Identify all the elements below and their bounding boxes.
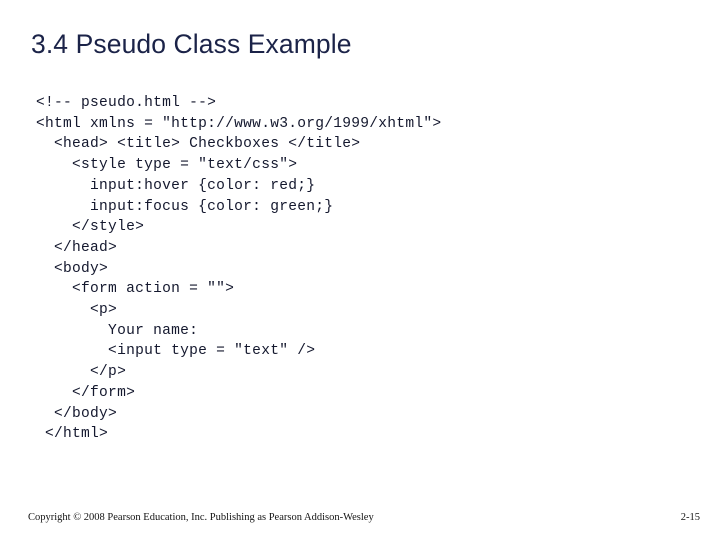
code-line: <form action = "">: [36, 281, 235, 298]
code-line: input:hover {color: red;}: [36, 177, 316, 194]
code-line: input:focus {color: green;}: [36, 198, 334, 215]
code-line: <html xmlns = "http://www.w3.org/1999/xh…: [36, 115, 442, 132]
code-line: <!-- pseudo.html -->: [36, 95, 217, 111]
code-line: </head>: [36, 239, 118, 256]
slide-canvas: 3.4 Pseudo Class Example <!-- pseudo.htm…: [0, 0, 720, 540]
code-line: <p>: [36, 302, 118, 319]
code-line: <body>: [36, 260, 109, 277]
code-line: </style>: [36, 219, 145, 236]
footer-copyright: Copyright © 2008 Pearson Education, Inc.…: [28, 512, 374, 523]
code-line: </html>: [36, 426, 109, 443]
code-line: </body>: [36, 405, 118, 422]
code-line: <head> <title> Checkboxes </title>: [36, 136, 361, 153]
code-line: </form>: [36, 384, 136, 401]
code-line: Your name:: [36, 322, 199, 339]
code-listing: <!-- pseudo.html --> <html xmlns = "http…: [36, 93, 696, 445]
code-line: <style type = "text/css">: [36, 157, 298, 174]
page-title: 3.4 Pseudo Class Example: [31, 29, 352, 59]
code-line: </p>: [36, 364, 127, 381]
code-line: <input type = "text" />: [36, 343, 316, 360]
footer-page-number: 2-15: [680, 512, 700, 523]
